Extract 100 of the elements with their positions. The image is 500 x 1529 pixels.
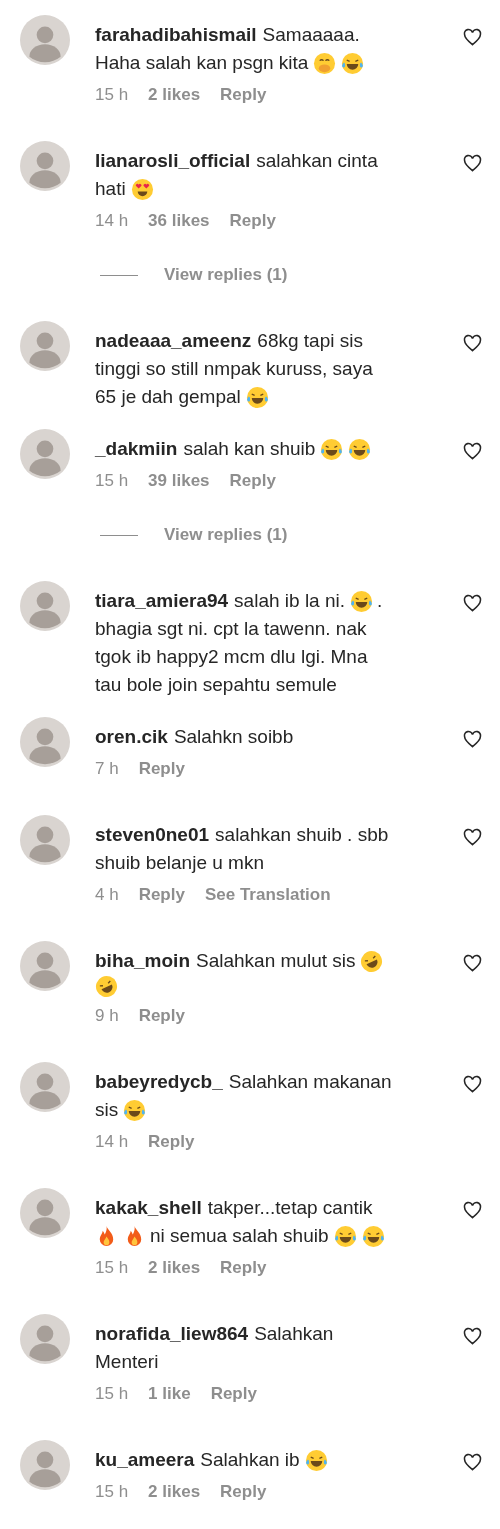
comment-text: salahkan shuib . sbb: [215, 823, 389, 847]
reply-button[interactable]: Reply: [148, 1128, 195, 1156]
reply-button[interactable]: Reply: [210, 1380, 257, 1408]
heart-icon[interactable]: [463, 954, 482, 973]
comment-text: Salahkn soibb: [173, 725, 294, 749]
avatar[interactable]: [20, 1440, 70, 1490]
heart-icon[interactable]: [463, 28, 482, 47]
comment-text: takper...tetap cantik: [207, 1196, 373, 1220]
heart-icon[interactable]: [463, 442, 482, 461]
laughing-emoji-icon: [350, 589, 373, 613]
heart-eyes-emoji-icon: [130, 177, 154, 201]
rolling-laughing-emoji-icon: [360, 949, 384, 973]
username-link[interactable]: lianarosli_official: [95, 147, 251, 175]
timestamp: 9 h: [95, 1005, 119, 1027]
timestamp: 4 h: [95, 884, 119, 906]
reply-button[interactable]: Reply: [220, 81, 267, 109]
username-link[interactable]: nadeaaa_ameenz: [95, 327, 252, 355]
laughing-emoji-icon: [304, 1448, 328, 1472]
reply-button[interactable]: Reply: [220, 1478, 267, 1506]
comment-text: Samaaaaa.: [262, 23, 360, 47]
likes-link[interactable]: 39 likes: [148, 467, 210, 495]
reply-button[interactable]: Reply: [138, 1002, 185, 1030]
laughing-emoji-icon: [348, 437, 372, 461]
timestamp: 15 h: [95, 1257, 129, 1279]
reply-button[interactable]: Reply: [138, 755, 185, 783]
comment-text: bhagia sgt ni. cpt la tawenn. nak: [95, 617, 367, 641]
comment-text: tinggi so still nmpak kuruss, saya: [95, 357, 373, 381]
reply-button[interactable]: Reply: [138, 881, 185, 909]
avatar[interactable]: [20, 15, 70, 65]
timestamp: 7 h: [95, 758, 119, 780]
comment-text: Salahkan makanan: [228, 1070, 392, 1094]
likes-link[interactable]: 1 like: [148, 1380, 191, 1408]
comment-text: sis: [95, 1098, 119, 1122]
comment-text: tgok ib happy2 mcm dlu lgi. Mna: [95, 645, 368, 669]
heart-icon[interactable]: [463, 1201, 482, 1220]
heart-icon[interactable]: [463, 828, 482, 847]
username-link[interactable]: norafida_liew864: [95, 1320, 249, 1348]
hand-over-mouth-emoji-icon: [313, 51, 337, 75]
avatar[interactable]: [20, 815, 70, 865]
laughing-emoji-icon: [320, 437, 344, 461]
reply-button[interactable]: Reply: [229, 467, 276, 495]
laughing-emoji-icon: [361, 1224, 385, 1248]
avatar[interactable]: [20, 717, 70, 767]
reply-button[interactable]: Reply: [229, 207, 276, 235]
comment-text: hati: [95, 177, 126, 201]
username-link[interactable]: babeyredycb_: [95, 1068, 223, 1096]
comment-text: salah ib la ni.: [234, 589, 345, 613]
comment-text: Menteri: [95, 1350, 159, 1374]
comment-text: salahkan cinta: [256, 149, 378, 173]
username-link[interactable]: tiara_amiera94: [95, 587, 229, 615]
comment-text: shuib belanje u mkn: [95, 851, 264, 875]
comment-text: ni semua salah shuib: [150, 1224, 329, 1248]
heart-icon[interactable]: [463, 1075, 482, 1094]
heart-icon[interactable]: [463, 1453, 482, 1472]
comment-text: Salahkan ib: [200, 1448, 300, 1472]
heart-icon[interactable]: [463, 154, 482, 173]
laughing-emoji-icon: [341, 51, 365, 75]
username-link[interactable]: kakak_shell: [95, 1194, 202, 1222]
avatar[interactable]: [20, 1314, 70, 1364]
laughing-emoji-icon: [123, 1098, 147, 1122]
username-link[interactable]: steven0ne01: [95, 821, 210, 849]
username-link[interactable]: ku_ameera: [95, 1446, 195, 1474]
rolling-laughing-emoji-icon: [95, 975, 118, 998]
likes-link[interactable]: 36 likes: [148, 207, 210, 235]
avatar[interactable]: [20, 581, 70, 631]
comment-text: salah kan shuib: [183, 437, 316, 461]
likes-link[interactable]: 2 likes: [148, 1254, 201, 1282]
view-replies-button[interactable]: View replies (1): [164, 521, 288, 549]
heart-icon[interactable]: [463, 594, 482, 613]
laughing-emoji-icon: [245, 385, 269, 409]
comment-text: 68kg tapi sis: [257, 329, 363, 353]
reply-button[interactable]: Reply: [220, 1254, 267, 1282]
avatar[interactable]: [20, 941, 70, 991]
avatar[interactable]: [20, 1188, 70, 1238]
heart-icon[interactable]: [463, 334, 482, 353]
username-link[interactable]: farahadibahismail: [95, 21, 257, 49]
heart-icon[interactable]: [463, 730, 482, 749]
username-link[interactable]: oren.cik: [95, 723, 168, 751]
comment-text: Salahkan: [254, 1322, 334, 1346]
timestamp: 15 h: [95, 470, 129, 492]
comment-text: Haha salah kan psgn kita: [95, 51, 309, 75]
timestamp: 15 h: [95, 1481, 129, 1503]
translation-link[interactable]: See Translation: [204, 881, 331, 909]
timestamp: 15 h: [95, 84, 129, 106]
avatar[interactable]: [20, 321, 70, 371]
username-link[interactable]: _dakmiin: [95, 435, 178, 463]
comment-text: 65 je dah gempal: [95, 385, 241, 409]
laughing-emoji-icon: [333, 1224, 357, 1248]
likes-link[interactable]: 2 likes: [148, 1478, 201, 1506]
comment-text: Salahkan mulut sis: [196, 949, 356, 973]
avatar[interactable]: [20, 141, 70, 191]
comment-text: .: [377, 589, 383, 613]
avatar[interactable]: [20, 1062, 70, 1112]
view-replies-button[interactable]: View replies (1): [164, 261, 288, 289]
heart-icon[interactable]: [463, 1327, 482, 1346]
username-link[interactable]: biha_moin: [95, 947, 190, 975]
avatar[interactable]: [20, 429, 70, 479]
likes-link[interactable]: 2 likes: [148, 81, 201, 109]
timestamp: 14 h: [95, 1131, 129, 1153]
timestamp: 15 h: [95, 1383, 129, 1405]
